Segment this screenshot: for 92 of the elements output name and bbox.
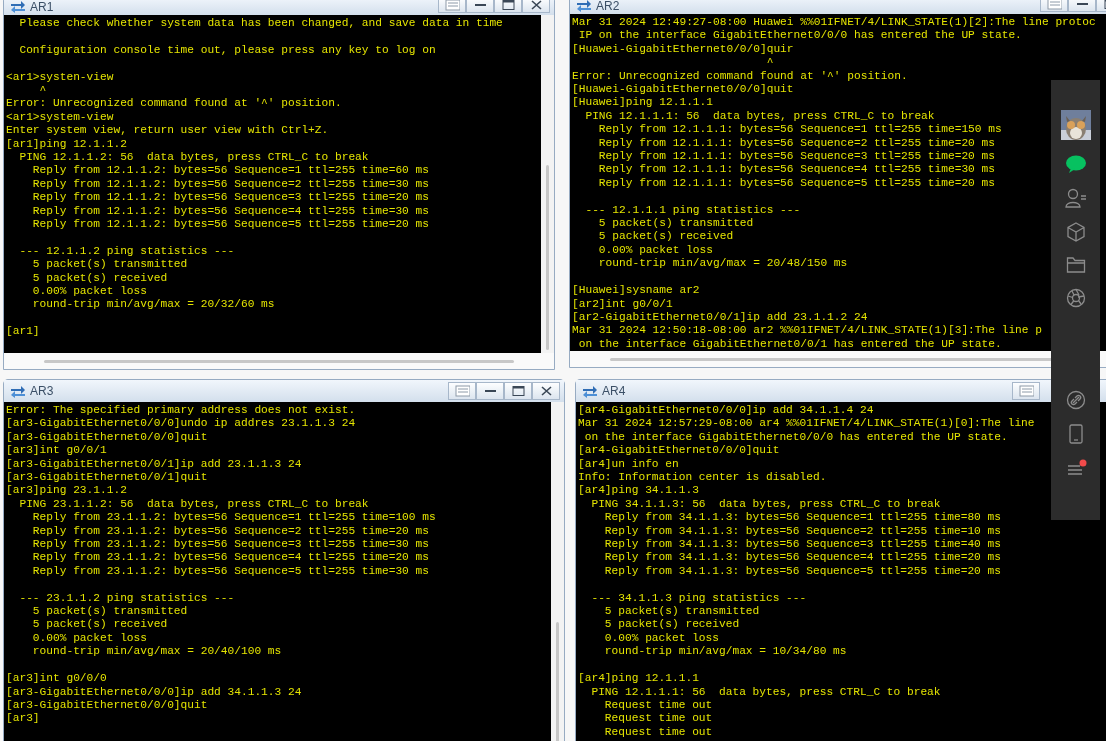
- terminal-line: Reply from 12.1.1.1: bytes=56 Sequence=4 ttl=255 time=30 ms: [597, 163, 995, 177]
- terminal-line: --- 34.1.1.3 ping statistics ---: [590, 591, 807, 606]
- terminal-line: Request time out: [603, 698, 713, 713]
- terminal-line: Error: Unrecognized command found at '^' position.: [6, 97, 342, 111]
- terminal-line: Please check whether system data has been changed, and save data in time: [18, 17, 503, 31]
- terminal-line: --- 12.1.1.1 ping statistics ---: [584, 203, 801, 218]
- terminal-line: [ar3-GigabitEthernet0/0/0]undo ip addres 23.1.1.3 24: [6, 417, 356, 431]
- terminal-line: 5 packet(s) received: [31, 271, 168, 286]
- terminal-line: Reply from 34.1.1.3: bytes=56 Sequence=3 ttl=255 time=40 ms: [603, 538, 1001, 552]
- terminal-line: 5 packet(s) transmitted: [31, 258, 188, 272]
- terminal-line: 5 packet(s) transmitted: [597, 217, 754, 231]
- terminal-line: Reply from 12.1.1.2: bytes=56 Sequence=4 ttl=255 time=30 ms: [31, 204, 429, 219]
- terminal-line: Mar 31 2024 12:49:27-08:00 Huawei %%01IFNET/4/LINK_STATE(1)[2]:The line protoc: [572, 16, 1096, 30]
- terminal-line: Reply from 34.1.1.3: bytes=56 Sequence=5 ttl=255 time=20 ms: [603, 564, 1001, 579]
- terminal-line: Reply from 34.1.1.3: bytes=56 Sequence=2 ttl=255 time=10 ms: [603, 524, 1001, 539]
- terminal-line: --- 12.1.1.2 ping statistics ---: [18, 244, 235, 259]
- terminal-line: Error: Unrecognized command found at '^' position.: [572, 69, 908, 84]
- terminal-line: [Huawei-GigabitEthernet0/0/0]quir: [572, 42, 794, 57]
- terminal-line: round-trip min/avg/max = 20/40/100 ms: [31, 645, 282, 659]
- terminal-line: 5 packet(s) transmitted: [603, 605, 760, 619]
- terminal-line: ^: [38, 84, 47, 98]
- terminal-line: Request time out: [603, 712, 713, 726]
- terminal-line: Mar 31 2024 12:57:29-08:00 ar4 %%01IFNET/4/LINK_STATE(1)[0]:The line: [578, 417, 1035, 431]
- terminal-line: PING 34.1.1.3: 56 data bytes, press CTRL_C to break: [590, 497, 941, 512]
- terminal-line: [Huawei]sysname ar2: [572, 284, 700, 298]
- terminal-line: Enter system view, return user view with Ctrl+Z.: [6, 124, 329, 138]
- terminal-line: [ar1]ping 12.1.1.2: [6, 137, 127, 152]
- terminal-line: on the interface GigabitEthernet0/0/1 has entered the UP state.: [577, 337, 1002, 351]
- terminal-line: [ar4]un info en: [578, 457, 679, 472]
- terminal-line: Reply from 12.1.1.1: bytes=56 Sequence=5 ttl=255 time=20 ms: [597, 176, 995, 191]
- terminal-line: round-trip min/avg/max = 20/32/60 ms: [31, 298, 275, 312]
- terminal-line: [ar3-GigabitEthernet0/0/0]quit: [6, 430, 208, 445]
- terminal-line: Reply from 12.1.1.2: bytes=56 Sequence=5 ttl=255 time=20 ms: [31, 218, 429, 232]
- terminal-line: [ar2]int g0/0/1: [572, 297, 673, 311]
- terminal-line: PING 12.1.1.2: 56 data bytes, press CTRL_C to break: [18, 151, 369, 165]
- terminal-line: [ar3]int g0/0/1: [6, 444, 107, 458]
- terminal-line: [ar3-GigabitEthernet0/0/1]quit: [6, 471, 208, 485]
- terminal-line: [ar3]int g0/0/0: [6, 672, 107, 686]
- terminal-line: ^: [765, 56, 774, 70]
- terminal-line: 5 packet(s) received: [31, 618, 168, 632]
- terminal-line: Reply from 23.1.1.2: bytes=56 Sequence=1 ttl=255 time=100 ms: [31, 511, 436, 525]
- terminal-line: [ar3-GigabitEthernet0/0/0]quit: [6, 698, 208, 713]
- terminal-line: [ar4]ping 34.1.1.3: [578, 484, 699, 498]
- terminal-line: Mar 31 2024 12:50:18-08:00 ar2 %%01IFNET/4/LINK_STATE(1)[3]:The line p: [572, 324, 1042, 338]
- terminal-line: IP on the interface GigabitEthernet0/0/0 has entered the UP state.: [577, 29, 1022, 43]
- terminal-line: Reply from 12.1.1.1: bytes=56 Sequence=2 ttl=255 time=20 ms: [597, 136, 995, 151]
- terminal-line: <ar1>systen-view: [6, 70, 114, 84]
- terminal-line: [Huawei]ping 12.1.1.1: [572, 96, 713, 110]
- terminal-line: round-trip min/avg/max = 20/48/150 ms: [597, 257, 848, 271]
- terminal-line: round-trip min/avg/max = 10/34/80 ms: [603, 645, 847, 659]
- terminal-line: Reply from 12.1.1.2: bytes=56 Sequence=3 ttl=255 time=20 ms: [31, 191, 429, 205]
- terminal-line: Reply from 12.1.1.2: bytes=56 Sequence=2 ttl=255 time=30 ms: [31, 177, 429, 192]
- terminal-line: [ar4-GigabitEthernet0/0/0]ip add 34.1.1.4 24: [578, 404, 874, 418]
- window-title: AR2: [596, 0, 620, 12]
- terminal-line: Request time out: [603, 725, 713, 740]
- terminal-line: Reply from 34.1.1.3: bytes=56 Sequence=1 ttl=255 time=80 ms: [603, 511, 1001, 525]
- terminal-line: Reply from 12.1.1.1: bytes=56 Sequence=3 ttl=255 time=20 ms: [597, 150, 995, 164]
- terminal-line: 0.00% packet loss: [597, 243, 713, 258]
- terminal-line: [ar3]: [6, 712, 40, 726]
- terminal-line: Reply from 34.1.1.3: bytes=56 Sequence=4 ttl=255 time=20 ms: [603, 551, 1001, 565]
- terminal-line: PING 23.1.1.2: 56 data bytes, press CTRL_C to break: [18, 497, 369, 512]
- window-title: AR3: [30, 385, 54, 397]
- terminal-line: Info: Information center is disabled.: [578, 471, 827, 485]
- terminal-line: <ar1>system-view: [6, 110, 114, 125]
- terminal-line: [ar4]ping 12.1.1.1: [578, 672, 699, 686]
- terminal-line: 0.00% packet loss: [603, 631, 719, 646]
- terminal-line: --- 23.1.1.2 ping statistics ---: [18, 591, 235, 606]
- window-title: AR4: [602, 385, 626, 397]
- terminal-line: Configuration console time out, please press any key to log on: [18, 43, 436, 58]
- terminal-line: PING 12.1.1.1: 56 data bytes, press CTRL_C to break: [584, 109, 935, 124]
- terminal-line: 0.00% packet loss: [31, 631, 147, 646]
- terminal-line: [ar3-GigabitEthernet0/0/1]ip add 23.1.1.3 24: [6, 457, 302, 472]
- terminal-line: Reply from 23.1.1.2: bytes=56 Sequence=3 ttl=255 time=30 ms: [31, 538, 429, 552]
- terminal-line: 5 packet(s) received: [597, 230, 734, 244]
- terminal-line: Reply from 23.1.1.2: bytes=56 Sequence=5 ttl=255 time=30 ms: [31, 564, 429, 579]
- terminal-line: [ar3]ping 23.1.1.2: [6, 484, 127, 498]
- terminal-line: 5 packet(s) received: [603, 618, 740, 632]
- terminal-line: Error: The specified primary address does not exist.: [6, 404, 356, 418]
- terminal-line: [ar2-GigabitEthernet0/0/1]ip add 23.1.1.2 24: [572, 310, 868, 325]
- window-title: AR1: [30, 1, 54, 13]
- terminal-line: PING 12.1.1.1: 56 data bytes, press CTRL_C to break: [590, 685, 941, 699]
- terminal-line: 0.00% packet loss: [31, 285, 147, 299]
- terminal-line: Reply from 12.1.1.1: bytes=56 Sequence=1 ttl=255 time=150 ms: [597, 123, 1002, 137]
- terminal-line: Reply from 12.1.1.2: bytes=56 Sequence=1 ttl=255 time=60 ms: [31, 164, 429, 178]
- terminal-line: [Huawei-GigabitEthernet0/0/0]quit: [572, 83, 794, 97]
- terminal-line: on the interface GigabitEthernet0/0/0 has entered the UP state.: [583, 430, 1008, 445]
- terminal-line: [ar3-GigabitEthernet0/0/0]ip add 34.1.1.3 24: [6, 685, 302, 699]
- terminal-line: [ar4-GigabitEthernet0/0/0]quit: [578, 444, 780, 458]
- terminal-line: Reply from 23.1.1.2: bytes=56 Sequence=4 ttl=255 time=20 ms: [31, 551, 429, 565]
- terminal-line: [ar1]: [6, 325, 40, 339]
- terminal-line: Reply from 23.1.1.2: bytes=56 Sequence=2 ttl=255 time=20 ms: [31, 524, 429, 539]
- terminal-line: 5 packet(s) transmitted: [31, 605, 188, 619]
